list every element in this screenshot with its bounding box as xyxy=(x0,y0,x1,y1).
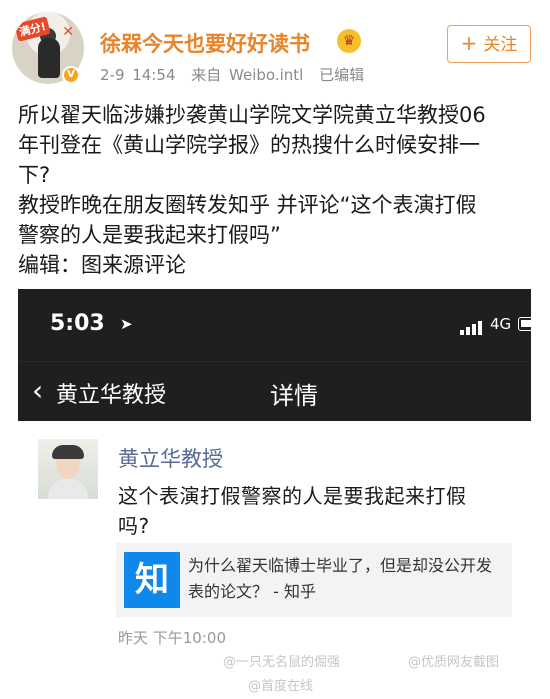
battery-icon xyxy=(518,317,531,331)
zhihu-logo-icon: 知 xyxy=(124,552,180,608)
location-arrow-icon: ➤ xyxy=(120,315,133,333)
username[interactable]: 徐槑今天也要好好读书 xyxy=(100,28,310,58)
post-text-line: 所以翟天临涉嫌抄袭黄山学院文学院黄立华教授06 xyxy=(18,103,486,127)
moment-text: 这个表演打假警察的人是要我起来打假 吗? xyxy=(118,481,513,541)
status-time: 5:03 xyxy=(50,311,105,336)
avatar-hair xyxy=(52,445,84,459)
link-title: 为什么翟天临博士毕业了，但是却没公开发表的论文？ - 知乎 xyxy=(188,556,493,601)
avatar-figure xyxy=(38,38,60,78)
plus-icon: + xyxy=(460,31,478,55)
post-text-line: 编辑：图来源评论 xyxy=(18,253,186,277)
post-text-line: 下? xyxy=(18,163,51,187)
moment-text-line: 吗? xyxy=(118,514,150,538)
verified-badge-icon: V xyxy=(62,66,80,84)
avatar-cross-icon: ✕ xyxy=(62,24,74,40)
follow-label: 关注 xyxy=(483,35,518,55)
moment-author: 黄立华教授 xyxy=(118,447,223,471)
post-edited[interactable]: 已编辑 xyxy=(319,66,364,84)
network-label: 4G xyxy=(490,315,512,333)
crown-icon: ♛ xyxy=(337,29,361,53)
avatar-body xyxy=(48,479,88,499)
watermark: @一只无名鼠的倔强 xyxy=(223,655,341,670)
post-header: 满分! ✕ V 徐槑今天也要好好读书 ♛ 2-9 14:54 来自 Weibo.… xyxy=(0,0,550,95)
signal-icon xyxy=(460,319,484,335)
moment-time: 昨天 下午10:00 xyxy=(118,629,226,647)
watermark: @优质网友截图 xyxy=(408,655,500,670)
post-text-line: 年刊登在《黄山学院学报》的热搜什么时候安排一 xyxy=(18,133,480,157)
post-source[interactable]: 来自 Weibo.intl xyxy=(191,66,303,84)
post-text-line: 教授昨晚在朋友圈转发知乎 并评论“这个表演打假 xyxy=(18,193,477,217)
back-label: 黄立华教授 xyxy=(56,383,167,408)
back-chevron-icon: ‹ xyxy=(32,374,44,407)
post-date: 2-9 14:54 xyxy=(100,66,176,84)
moment-text-line: 这个表演打假警察的人是要我起来打假 xyxy=(118,484,467,508)
post-text: 所以翟天临涉嫌抄袭黄山学院文学院黄立华教授06 年刊登在《黄山学院学报》的热搜什… xyxy=(18,100,538,280)
embedded-screenshot[interactable]: 5:03 ➤ 4G ‹ 黄立华教授 详情 黄立华教授 这个表演打假警察的人是要我… xyxy=(18,289,531,699)
post-meta: 2-9 14:54 来自 Weibo.intl 已编辑 xyxy=(100,64,372,85)
watermark: @首度在线 xyxy=(248,679,314,694)
follow-button[interactable]: + 关注 xyxy=(447,25,531,63)
moment-avatar xyxy=(38,439,98,499)
phone-nav-bar: ‹ 黄立华教授 详情 xyxy=(18,361,531,421)
nav-title: 详情 xyxy=(270,382,318,410)
zhihu-link-card: 知 为什么翟天临博士毕业了，但是却没公开发表的论文？ - 知乎 xyxy=(116,543,512,617)
phone-status-bar: 5:03 ➤ 4G xyxy=(18,289,531,361)
post-text-line: 警察的人是要我起来打假吗” xyxy=(18,223,281,247)
